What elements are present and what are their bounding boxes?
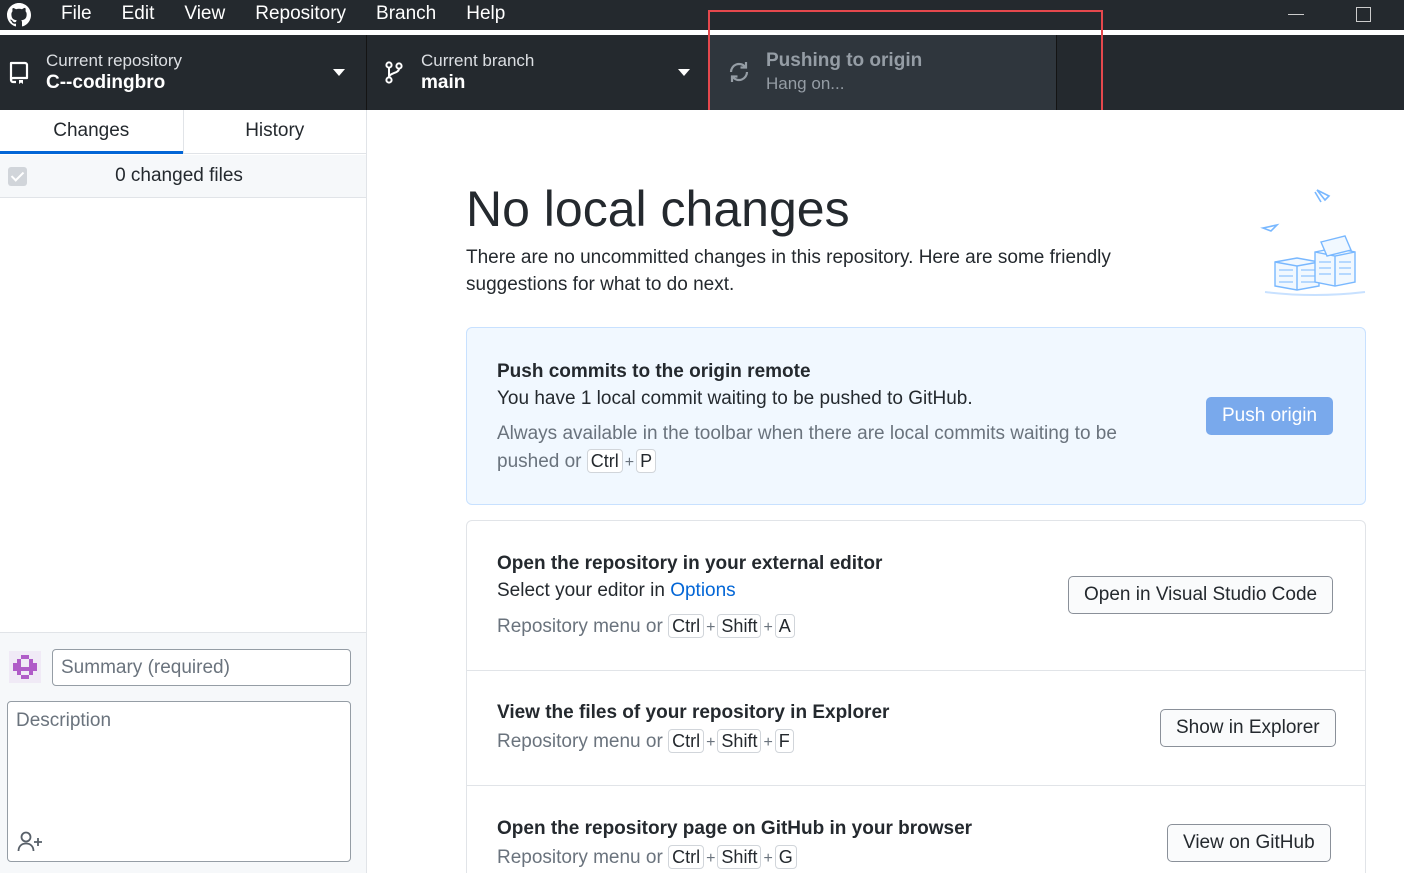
github-logo-icon: [7, 3, 31, 27]
open-editor-title: Open the repository in your external edi…: [497, 553, 883, 574]
push-origin-toolbar-button[interactable]: Pushing to origin Hang on...: [710, 35, 1057, 110]
shortcut-key-f: F: [774, 729, 794, 753]
tab-changes[interactable]: Changes: [0, 110, 183, 154]
show-in-explorer-title: View the files of your repository in Exp…: [497, 702, 890, 723]
menu-branch[interactable]: Branch: [361, 0, 451, 30]
page-title: No local changes: [466, 181, 850, 237]
push-card-hint-text: pushed or: [497, 451, 582, 472]
shortcut-key-ctrl: Ctrl: [668, 729, 705, 753]
push-origin-button[interactable]: Push origin: [1206, 397, 1334, 435]
push-card-hint-line2: pushed or Ctrl + P: [497, 449, 657, 473]
view-on-github-hint-text: Repository menu or: [497, 847, 663, 868]
add-coauthor-icon[interactable]: [17, 830, 43, 852]
open-editor-text-prefix: Select your editor in: [497, 580, 665, 601]
menu-edit[interactable]: Edit: [107, 0, 170, 30]
shortcut-key-shift: Shift: [717, 614, 762, 638]
sidebar-tabs: Changes History: [0, 110, 366, 154]
minimize-button[interactable]: [1272, 0, 1322, 30]
view-on-github-title: Open the repository page on GitHub in yo…: [497, 818, 973, 839]
repository-icon: [9, 61, 29, 84]
open-editor-text: Select your editor in Options: [497, 580, 736, 602]
title-bar: File Edit View Repository Branch Help: [0, 0, 1404, 30]
current-repository-label: Current repository: [46, 51, 183, 70]
shortcut-key-p: P: [636, 449, 657, 473]
branch-icon: [385, 61, 403, 84]
description-input[interactable]: [8, 702, 350, 822]
current-branch-dropdown[interactable]: Current branch main: [367, 35, 710, 110]
shortcut-plus: +: [763, 850, 773, 867]
tab-history[interactable]: History: [182, 110, 367, 153]
view-on-github-button[interactable]: View on GitHub: [1167, 824, 1331, 862]
chevron-down-icon: [333, 69, 345, 76]
shortcut-plus: +: [706, 619, 716, 636]
shortcut-key-shift: Shift: [717, 729, 762, 753]
suggested-actions-card: Open the repository in your external edi…: [466, 520, 1366, 873]
current-repository-name: C--codingbro: [46, 72, 166, 93]
shortcut-plus: +: [763, 734, 773, 751]
current-branch-name: main: [421, 72, 466, 93]
summary-input[interactable]: [52, 649, 351, 686]
open-editor-hint-text: Repository menu or: [497, 616, 663, 637]
toolbar: Current repository C--codingbro Current …: [0, 35, 1404, 110]
current-repository-dropdown[interactable]: Current repository C--codingbro: [0, 35, 367, 110]
menu-file[interactable]: File: [46, 0, 107, 30]
sync-icon: [729, 62, 749, 82]
push-status-title: Pushing to origin: [766, 50, 923, 71]
open-editor-row: Open the repository in your external edi…: [467, 521, 1365, 670]
push-card-hint-line1: Always available in the toolbar when the…: [497, 423, 1117, 444]
changed-files-count: 0 changed files: [115, 165, 243, 186]
sidebar: Changes History 0 changed files: [0, 110, 367, 873]
push-commits-card: Push commits to the origin remote You ha…: [466, 327, 1366, 505]
menu-help[interactable]: Help: [451, 0, 520, 30]
menu-bar: File Edit View Repository Branch Help: [46, 0, 520, 30]
shortcut-plus: +: [706, 734, 716, 751]
options-link[interactable]: Options: [670, 580, 735, 601]
shortcut-plus: +: [706, 850, 716, 867]
push-status-text: Hang on...: [766, 74, 845, 93]
shortcut-key-ctrl: Ctrl: [586, 449, 623, 473]
shortcut-key-a: A: [774, 614, 795, 638]
view-on-github-row: Open the repository page on GitHub in yo…: [467, 785, 1365, 873]
shortcut-key-ctrl: Ctrl: [668, 845, 705, 869]
open-editor-hint: Repository menu or Ctrl + Shift + A: [497, 614, 795, 638]
menu-repository[interactable]: Repository: [240, 0, 361, 30]
shortcut-plus: +: [763, 619, 773, 636]
shortcut-key-g: G: [774, 845, 797, 869]
shortcut-key-shift: Shift: [717, 845, 762, 869]
show-in-explorer-row: View the files of your repository in Exp…: [467, 670, 1365, 785]
avatar: [9, 651, 41, 683]
shortcut-key-ctrl: Ctrl: [668, 614, 705, 638]
push-card-title: Push commits to the origin remote: [497, 361, 811, 382]
changed-files-header: 0 changed files: [0, 155, 366, 198]
commit-message-area: [0, 632, 366, 873]
shortcut-plus: +: [624, 454, 635, 471]
view-on-github-hint: Repository menu or Ctrl + Shift + G: [497, 845, 797, 869]
push-card-text: You have 1 local commit waiting to be pu…: [497, 388, 973, 409]
current-branch-label: Current branch: [421, 51, 535, 70]
description-box: [7, 701, 351, 862]
menu-view[interactable]: View: [169, 0, 240, 30]
page-description: There are no uncommitted changes in this…: [466, 247, 1111, 295]
show-in-explorer-hint-text: Repository menu or: [497, 731, 663, 752]
show-in-explorer-hint: Repository menu or Ctrl + Shift + F: [497, 729, 794, 753]
main-content: No local changes There are no uncommitte…: [367, 110, 1404, 873]
show-in-explorer-button[interactable]: Show in Explorer: [1160, 709, 1336, 747]
chevron-down-icon: [678, 69, 690, 76]
open-in-vscode-button[interactable]: Open in Visual Studio Code: [1068, 576, 1334, 614]
maximize-button[interactable]: [1338, 0, 1388, 30]
empty-state-illustration-icon: [1260, 189, 1366, 296]
